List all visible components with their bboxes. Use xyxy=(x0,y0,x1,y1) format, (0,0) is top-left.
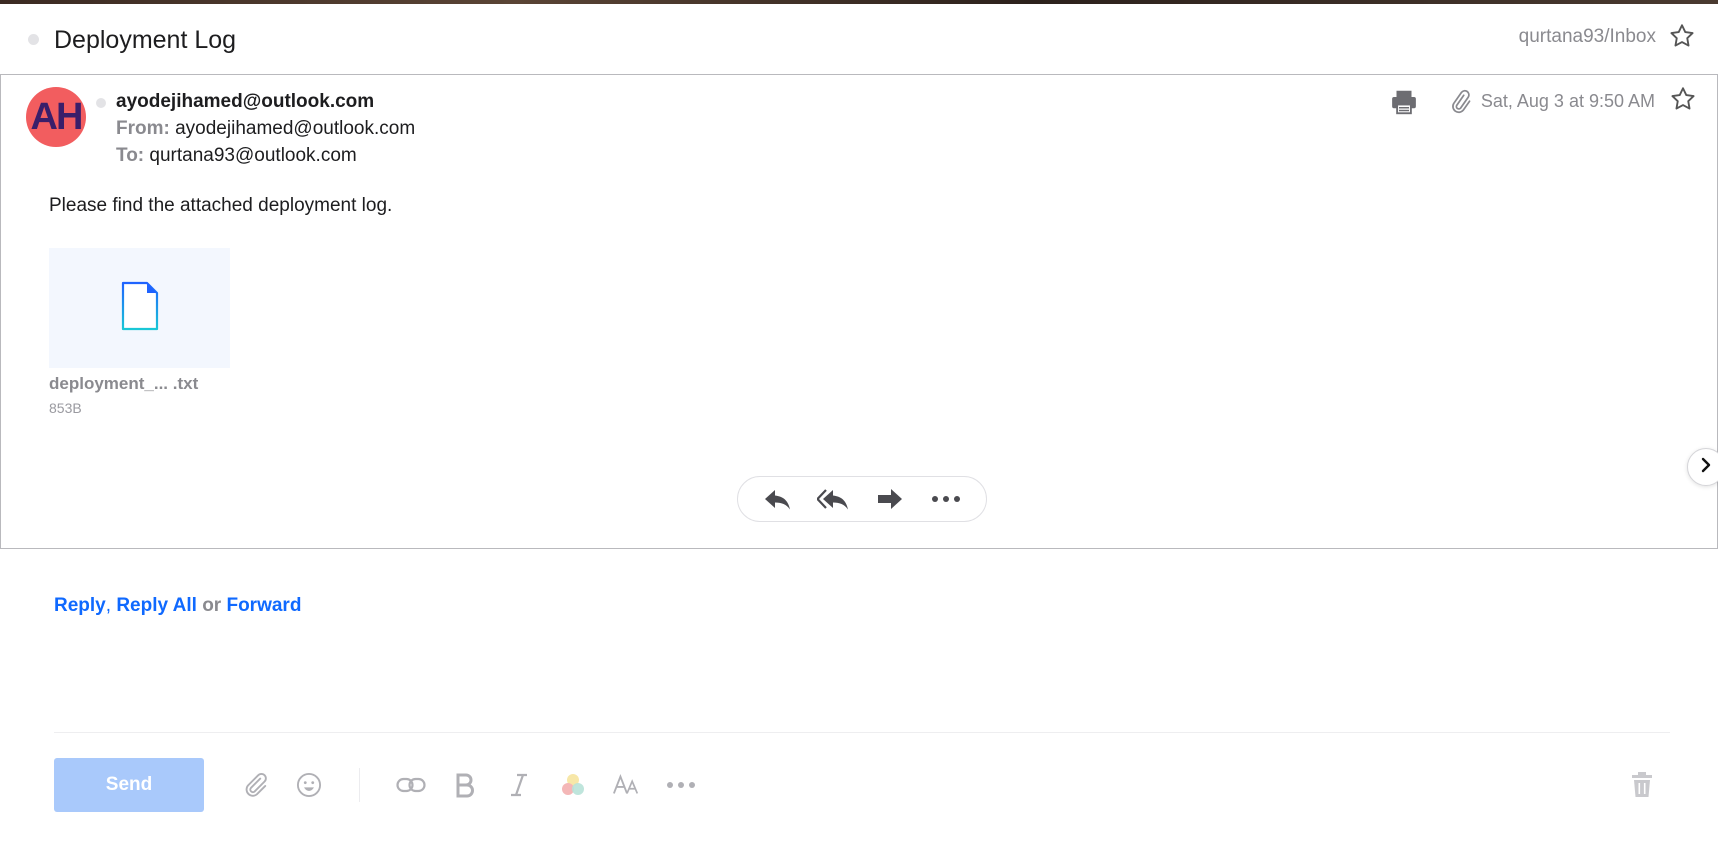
trash-icon[interactable] xyxy=(1627,770,1657,800)
toolbar-separator xyxy=(359,768,360,802)
to-line: To: qurtana93@outlook.com xyxy=(116,145,357,167)
message-star-icon[interactable] xyxy=(1669,85,1697,113)
from-line: From: ayodejihamed@outlook.com xyxy=(116,118,415,140)
attachment-card[interactable]: deployment_... .txt 853B xyxy=(49,248,230,416)
more-actions-icon[interactable] xyxy=(926,479,966,519)
next-message-button[interactable] xyxy=(1687,448,1718,486)
message-date: Sat, Aug 3 at 9:50 AM xyxy=(1480,91,1655,111)
to-address[interactable]: qurtana93@outlook.com xyxy=(149,145,356,166)
star-icon[interactable] xyxy=(1668,22,1696,50)
text-color-icon[interactable] xyxy=(558,770,588,800)
more-formatting-icon[interactable] xyxy=(666,770,696,800)
forward-icon[interactable] xyxy=(870,479,910,519)
reply-link[interactable]: Reply xyxy=(54,595,106,616)
compose-divider xyxy=(54,732,1670,733)
reply-comma: , xyxy=(105,595,112,616)
print-icon[interactable] xyxy=(1389,87,1419,117)
unread-indicator[interactable] xyxy=(28,34,39,45)
attachment-icon[interactable] xyxy=(1447,89,1473,115)
message-actions xyxy=(737,476,987,522)
from-label: From: xyxy=(116,118,170,139)
attachment-name[interactable]: deployment_... .txt xyxy=(49,374,230,394)
read-status-dot[interactable] xyxy=(96,98,106,108)
reply-all-icon[interactable] xyxy=(814,479,854,519)
or-text: or xyxy=(202,595,222,616)
insert-link-icon[interactable] xyxy=(396,770,426,800)
email-subject: Deployment Log xyxy=(54,26,237,54)
quick-reply-links: Reply, Reply All or Forward xyxy=(54,595,301,617)
message-card: AH ayodejihamed@outlook.com From: ayodej… xyxy=(0,74,1718,549)
to-label: To: xyxy=(116,145,145,166)
attachment-thumbnail[interactable] xyxy=(49,248,230,368)
send-button[interactable]: Send xyxy=(54,758,204,812)
attach-file-icon[interactable] xyxy=(240,770,270,800)
chevron-right-icon xyxy=(1699,457,1713,478)
italic-icon[interactable] xyxy=(504,770,534,800)
sender-name[interactable]: ayodejihamed@outlook.com xyxy=(116,91,374,113)
reply-icon[interactable] xyxy=(758,479,798,519)
bold-icon[interactable] xyxy=(450,770,480,800)
font-size-icon[interactable] xyxy=(612,770,642,800)
subject-header: Deployment Log qurtana93/Inbox xyxy=(0,4,1718,74)
folder-path[interactable]: qurtana93/Inbox xyxy=(1519,26,1656,48)
file-icon xyxy=(120,281,160,336)
attachment-size: 853B xyxy=(49,400,82,416)
from-address[interactable]: ayodejihamed@outlook.com xyxy=(175,118,415,139)
forward-link[interactable]: Forward xyxy=(226,595,301,616)
reply-all-link[interactable]: Reply All xyxy=(116,595,197,616)
message-body: Please find the attached deployment log. xyxy=(49,195,393,216)
emoji-icon[interactable] xyxy=(294,770,324,800)
avatar: AH xyxy=(26,87,86,147)
avatar-initials: AH xyxy=(30,95,84,138)
